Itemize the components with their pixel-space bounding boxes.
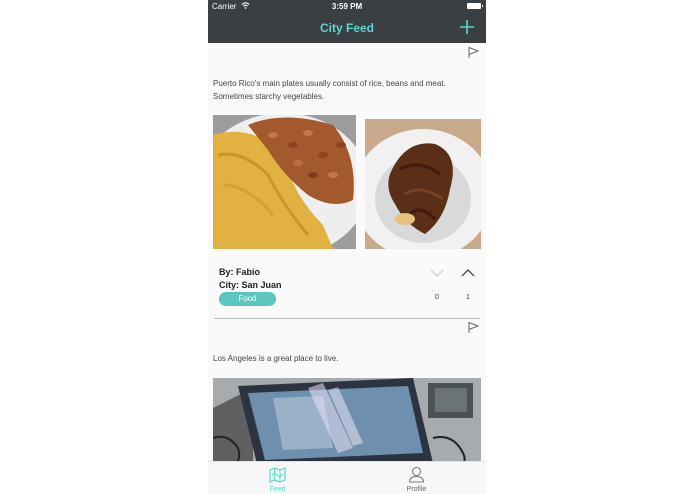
downvote-count: 0: [435, 294, 439, 301]
nav-bar: City Feed: [208, 14, 486, 43]
laptop-office-image: [213, 378, 481, 461]
rice-beans-image: [213, 115, 356, 249]
upvote-chevron-icon[interactable]: [461, 269, 475, 277]
post-photo-meat[interactable]: [365, 119, 481, 249]
post-photo-laptop[interactable]: [213, 378, 481, 461]
post-description: Los Angeles is a great place to live.: [213, 354, 339, 363]
status-time: 3:59 PM: [331, 2, 363, 11]
report-flag-icon[interactable]: [467, 46, 479, 58]
post-author: By: Fabio: [219, 267, 261, 277]
phone-screen: Carrier 3:59 PM City Feed Puerto Rico's …: [208, 0, 486, 494]
tab-feed-label: Feed: [269, 486, 286, 493]
tab-feed[interactable]: Feed: [208, 462, 347, 494]
feed-list[interactable]: Puerto Rico's main plates usually consis…: [208, 43, 486, 461]
category-tag[interactable]: Food: [219, 292, 276, 306]
tab-bar: Feed Profile: [208, 461, 486, 494]
post-city: City: San Juan: [219, 280, 282, 290]
tab-profile[interactable]: Profile: [347, 462, 486, 494]
status-bar: Carrier 3:59 PM: [208, 0, 486, 14]
post-photo-rice-beans[interactable]: [213, 115, 356, 249]
post-divider: [214, 318, 480, 319]
post-description: Puerto Rico's main plates usually consis…: [213, 79, 446, 101]
downvote-chevron-icon[interactable]: [430, 269, 444, 277]
tab-profile-label: Profile: [406, 486, 427, 493]
meat-dish-image: [365, 119, 481, 249]
report-flag-icon[interactable]: [467, 321, 479, 333]
upvote-count: 1: [466, 294, 470, 301]
person-icon: [408, 466, 425, 483]
page-title: City Feed: [319, 21, 374, 35]
battery-icon: [467, 3, 483, 9]
plus-icon: [460, 20, 474, 34]
map-icon: [269, 467, 286, 483]
add-post-button[interactable]: [460, 15, 474, 39]
